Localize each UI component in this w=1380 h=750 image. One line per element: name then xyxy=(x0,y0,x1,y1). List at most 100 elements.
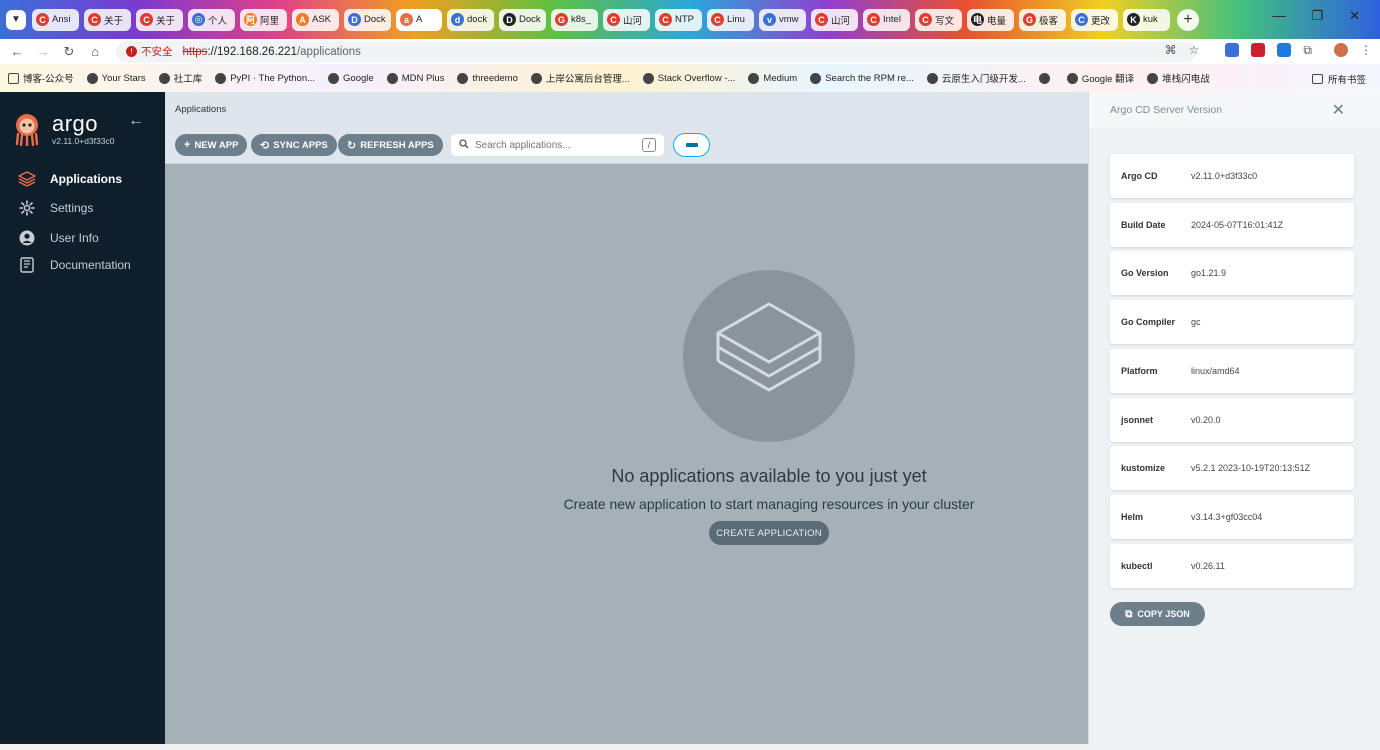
back-icon[interactable]: ← xyxy=(4,44,30,59)
tab-favicon-icon: A xyxy=(296,13,309,26)
browser-tab[interactable]: G 极客 xyxy=(1019,8,1066,31)
extensions-puzzle-icon[interactable]: ⧉ xyxy=(1303,43,1312,58)
browser-tab[interactable]: D Dock xyxy=(499,8,546,31)
security-label: 不安全 xyxy=(141,46,173,58)
refresh-apps-button[interactable]: ↻ REFRESH APPS xyxy=(338,134,443,156)
tab-favicon-icon: C xyxy=(867,13,880,26)
browser-tab[interactable]: C Intel xyxy=(863,8,910,31)
bookmark-label: Search the RPM re... xyxy=(825,72,914,84)
browser-tab[interactable]: v vmw xyxy=(759,8,806,31)
bookmarks-bar: 博客-公众号 Your Stars 社工库 PyPI · The Python... G… xyxy=(0,64,1380,92)
info-value: linux/amd64 xyxy=(1191,365,1240,376)
bookmark-item[interactable]: 上岸公寓后台管理... xyxy=(530,71,630,85)
browser-tab[interactable]: D Dock xyxy=(344,8,391,31)
window-controls: — ❐ ✕ xyxy=(1272,8,1380,24)
profile-avatar[interactable] xyxy=(1334,43,1348,57)
all-bookmarks[interactable]: 所有书签 xyxy=(1311,72,1366,86)
bookmark-item[interactable]: Medium xyxy=(748,72,797,84)
info-key: Build Date xyxy=(1121,219,1166,230)
extension-on-icon[interactable] xyxy=(1277,43,1292,57)
bookmark-label: Google 翻译 xyxy=(1081,74,1135,85)
bookmark-label: 上岸公寓后台管理... xyxy=(545,74,630,85)
list-view-icon xyxy=(685,143,698,147)
sidebar-item-settings[interactable]: Settings xyxy=(18,199,93,217)
browser-tab[interactable]: C 山河 xyxy=(811,8,858,31)
bookmark-item[interactable]: PyPI · The Python... xyxy=(215,72,315,84)
bookmark-item[interactable]: MDN Plus xyxy=(386,72,444,84)
close-window-button[interactable]: ✕ xyxy=(1349,8,1360,24)
url-field[interactable]: ! 不安全 https://192.168.26.221/application… xyxy=(116,40,1196,63)
browser-tab[interactable]: C 写文 xyxy=(915,8,962,31)
info-value: 2024-05-07T16:01:41Z xyxy=(1191,219,1284,230)
sidebar-item-applications[interactable]: Applications xyxy=(18,170,122,188)
minimize-button[interactable]: — xyxy=(1272,8,1285,24)
view-toggle-button[interactable] xyxy=(673,133,710,157)
sidebar-item-documentation[interactable]: Documentation xyxy=(18,256,131,274)
status-strip xyxy=(0,744,1380,750)
extension-red-icon[interactable] xyxy=(1251,43,1266,57)
bookmark-item[interactable]: Stack Overflow -... xyxy=(642,72,735,84)
bookmark-item[interactable]: threedemo xyxy=(457,72,518,84)
tab-search-icon[interactable]: ▼ xyxy=(6,9,26,30)
new-app-button[interactable]: + NEW APP xyxy=(175,134,248,156)
bookmark-item[interactable]: 云原生入门级开发... xyxy=(926,71,1026,85)
browser-tab[interactable]: C Linu xyxy=(707,8,754,31)
browser-tab[interactable]: ◎ 个人 xyxy=(188,8,235,31)
bookmark-item[interactable]: 堆栈闪电战 xyxy=(1147,71,1210,85)
layers-icon xyxy=(18,170,36,188)
panel-header: Argo CD Server Version ✕ xyxy=(1089,92,1380,128)
browser-tab[interactable]: Kkuk xyxy=(1123,8,1170,31)
bookmark-item[interactable]: Google 翻译 xyxy=(1066,71,1135,85)
sidebar-item-user-info[interactable]: User Info xyxy=(18,229,99,247)
version-info-row: Go Compiler gc xyxy=(1110,300,1354,345)
bookmark-star-icon[interactable]: ☆ xyxy=(1189,43,1200,58)
bookmark-list: 博客-公众号 Your Stars 社工库 PyPI · The Python... G… xyxy=(8,71,1223,85)
browser-tab[interactable]: aA xyxy=(396,8,442,31)
version-info-row: Argo CD v2.11.0+d3f33c0 xyxy=(1110,154,1354,198)
create-application-button[interactable]: CREATE APPLICATION xyxy=(709,521,829,545)
tab-label: k8s_ xyxy=(571,14,592,25)
reload-icon[interactable]: ↻ xyxy=(56,44,82,60)
bookmark-label: 博客-公众号 xyxy=(23,74,74,85)
plus-icon: + xyxy=(184,139,191,151)
browser-tab[interactable]: d dock xyxy=(447,8,494,31)
security-indicator[interactable]: ! 不安全 xyxy=(126,44,173,59)
close-icon[interactable]: ✕ xyxy=(1332,100,1345,120)
breadcrumb[interactable]: Applications xyxy=(175,104,226,115)
tab-favicon-icon: C xyxy=(815,13,828,26)
bookmark-item[interactable]: Your Stars xyxy=(86,72,146,84)
bookmark-item[interactable]: Google xyxy=(328,72,374,84)
translate-icon[interactable]: ⌘ xyxy=(1165,43,1177,58)
browser-tab[interactable]: C 关于 xyxy=(84,8,131,31)
browser-menu-icon[interactable]: ⋮ xyxy=(1360,43,1372,58)
sync-apps-button[interactable]: ⟲ SYNC APPS xyxy=(251,134,337,156)
bookmark-item[interactable]: 博客-公众号 xyxy=(8,71,74,85)
sync-icon: ⟲ xyxy=(260,139,270,152)
browser-tab[interactable]: A ASK xyxy=(292,8,339,31)
browser-tab[interactable]: C NTP xyxy=(655,8,702,31)
forward-icon[interactable]: → xyxy=(30,44,56,59)
browser-tab[interactable]: C Ansi xyxy=(32,8,79,31)
browser-tab[interactable]: 阿阿里 xyxy=(240,8,287,31)
extension-blue-icon[interactable] xyxy=(1225,43,1240,57)
info-value: v3.14.3+gf03cc04 xyxy=(1191,511,1263,522)
collapse-sidebar-icon[interactable]: ← xyxy=(128,112,144,130)
home-icon[interactable]: ⌂ xyxy=(82,44,108,59)
argo-app: argo v2.11.0+d3f33c0 ← Applications Sett… xyxy=(0,92,1380,744)
tab-label: A xyxy=(416,14,423,25)
search-input[interactable] xyxy=(475,139,635,151)
new-tab-button[interactable]: + xyxy=(1177,8,1199,31)
bookmark-item[interactable]: 社工库 xyxy=(158,71,202,85)
copy-json-button[interactable]: ⧉ COPY JSON xyxy=(1110,602,1205,626)
bookmark-item[interactable]: Search the RPM re... xyxy=(810,72,914,84)
browser-tab[interactable]: Gk8s_ xyxy=(551,8,598,31)
browser-tab[interactable]: C 关于 xyxy=(136,8,183,31)
tab-label: dock xyxy=(467,14,488,25)
browser-tab[interactable]: C 更改 xyxy=(1071,8,1118,31)
browser-tab[interactable]: 电电量 xyxy=(967,8,1014,31)
tab-favicon-icon: D xyxy=(348,13,361,26)
browser-tab[interactable]: C 山河 xyxy=(603,8,650,31)
bookmark-item[interactable] xyxy=(1038,72,1054,84)
bookmark-favicon-icon xyxy=(86,72,98,84)
maximize-button[interactable]: ❐ xyxy=(1311,8,1323,24)
